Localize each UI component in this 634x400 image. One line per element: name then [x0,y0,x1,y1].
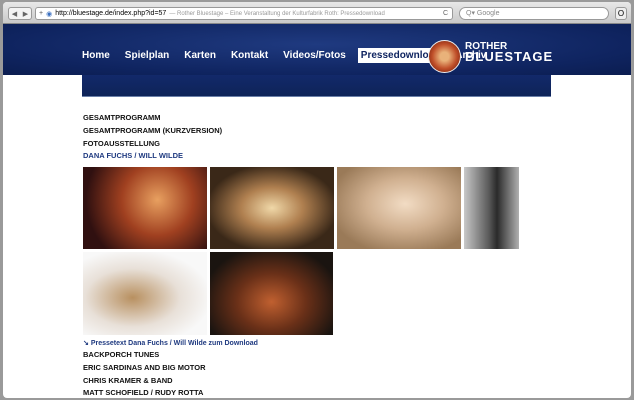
browser-toolbar: ◀ ▶ + ◉ http://bluestage.de/index.php?id=… [3,2,631,24]
search-icon: Q▾ [466,10,477,17]
photo-2[interactable] [210,167,334,249]
page-title: — Rother Bluestage – Eine Veranstaltung … [169,10,385,17]
add-bookmark-icon[interactable]: + [39,10,43,17]
forward-icon[interactable]: ▶ [23,10,28,18]
photo-3[interactable] [337,167,461,249]
press-list-top: GESAMTPROGRAMM GESAMTPROGRAMM (KURZVERSI… [83,112,222,163]
download-arrow-icon: ↘ [83,340,91,347]
list-item[interactable]: CHRIS KRAMER & BAND [83,375,206,388]
list-item[interactable]: GESAMTPROGRAMM (KURZVERSION) [83,125,222,138]
list-item[interactable]: BACKPORCH TUNES [83,349,206,362]
list-item[interactable]: GESAMTPROGRAMM [83,112,222,125]
globe-icon: ◉ [46,10,53,18]
url-text: http://bluestage.de/index.php?id=57 [55,10,167,17]
list-item[interactable]: ERIC SARDINAS AND BIG MOTOR [83,362,206,375]
photo-6[interactable] [210,252,333,335]
back-icon[interactable]: ◀ [12,10,17,18]
nav-karten[interactable]: Karten [181,48,219,63]
photo-1[interactable] [83,167,207,249]
search-input[interactable]: Q▾ Google [459,7,609,20]
nav-kontakt[interactable]: Kontakt [228,48,271,63]
list-item[interactable]: FOTOAUSSTELLUNG [83,138,222,151]
download-link[interactable]: ↘ Pressetext Dana Fuchs / Will Wilde zum… [83,339,258,347]
nav-spielplan[interactable]: Spielplan [122,48,172,63]
logo-line2: BLUESTAGE [465,49,554,64]
download-link-text: Pressetext Dana Fuchs / Will Wilde zum D… [90,340,258,347]
reload-icon[interactable]: C [443,10,448,17]
search-placeholder: Google [476,10,500,17]
press-list-bottom: BACKPORCH TUNES ERIC SARDINAS AND BIG MO… [83,349,206,398]
photo-4[interactable] [464,167,519,249]
browser-window: ◀ ▶ + ◉ http://bluestage.de/index.php?id=… [3,2,631,398]
header-band [82,75,551,97]
reader-button[interactable]: O [615,7,627,20]
back-forward-buttons[interactable]: ◀ ▶ [8,7,32,20]
list-item[interactable]: MATT SCHOFIELD / RUDY ROTTA [83,387,206,398]
nav-home[interactable]: Home [79,48,113,63]
logo-emblem[interactable] [428,40,461,73]
list-item-active[interactable]: DANA FUCHS / WILL WILDE [83,150,222,163]
nav-videosfotos[interactable]: Videos/Fotos [280,48,349,63]
address-bar[interactable]: + ◉ http://bluestage.de/index.php?id=57 … [35,7,453,20]
logo-text[interactable]: ROTHER BLUESTAGE [465,42,554,64]
photo-5[interactable] [83,252,207,335]
